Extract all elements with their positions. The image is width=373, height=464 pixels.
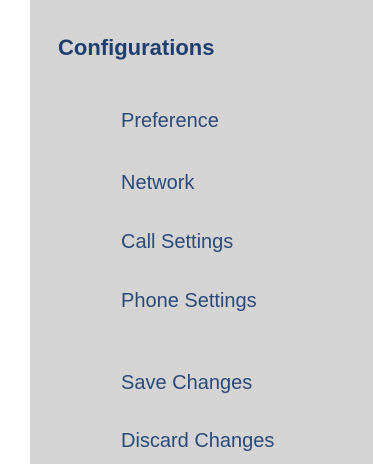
save-changes-link[interactable]: Save Changes — [121, 370, 252, 396]
configurations-sidebar: Configurations Preference Network Call S… — [30, 0, 373, 464]
sidebar-item-network[interactable]: Network — [121, 170, 194, 196]
sidebar-item-phone-settings[interactable]: Phone Settings — [121, 288, 257, 314]
sidebar-item-call-settings[interactable]: Call Settings — [121, 229, 233, 255]
discard-changes-link[interactable]: Discard Changes — [121, 428, 274, 454]
sidebar-item-preference[interactable]: Preference — [121, 108, 219, 134]
section-title: Configurations — [58, 35, 215, 60]
